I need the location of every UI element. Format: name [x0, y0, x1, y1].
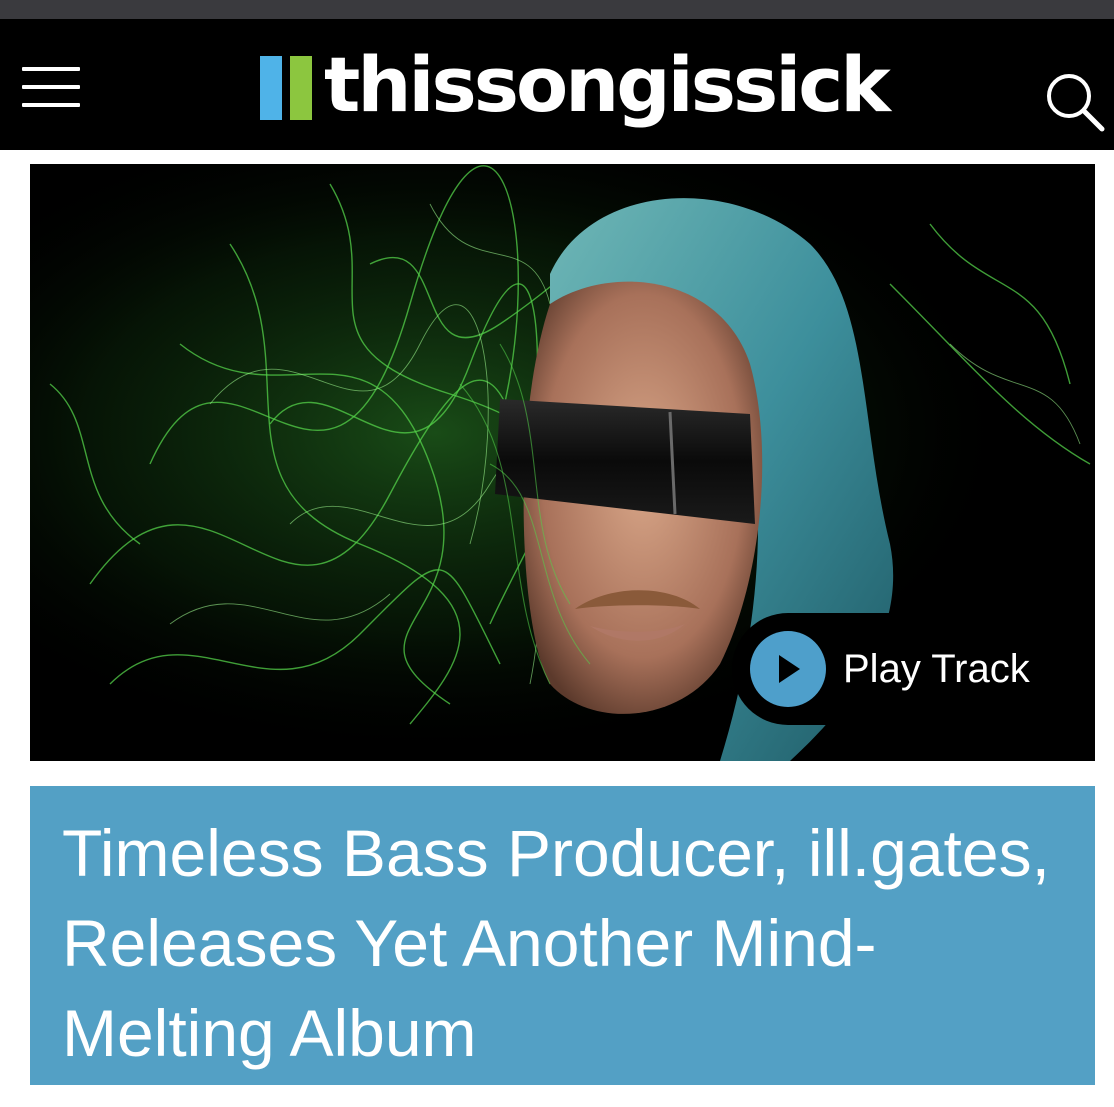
logo-bar-blue — [260, 56, 282, 120]
hamburger-menu-icon[interactable] — [22, 67, 80, 107]
site-logo[interactable]: thissongissick — [260, 40, 891, 133]
play-track-label: Play Track — [843, 646, 1030, 691]
search-icon[interactable] — [1044, 71, 1106, 133]
play-track-button[interactable]: Play Track — [732, 613, 1072, 725]
logo-bar-green — [290, 56, 312, 120]
article-title-box: Timeless Bass Producer, ill.gates, Relea… — [30, 786, 1095, 1085]
site-header: thissongissick — [0, 19, 1114, 150]
status-bar — [0, 0, 1114, 19]
article-title[interactable]: Timeless Bass Producer, ill.gates, Relea… — [30, 786, 1095, 1078]
play-icon — [750, 631, 826, 707]
logo-text: thissongissick — [324, 40, 891, 129]
